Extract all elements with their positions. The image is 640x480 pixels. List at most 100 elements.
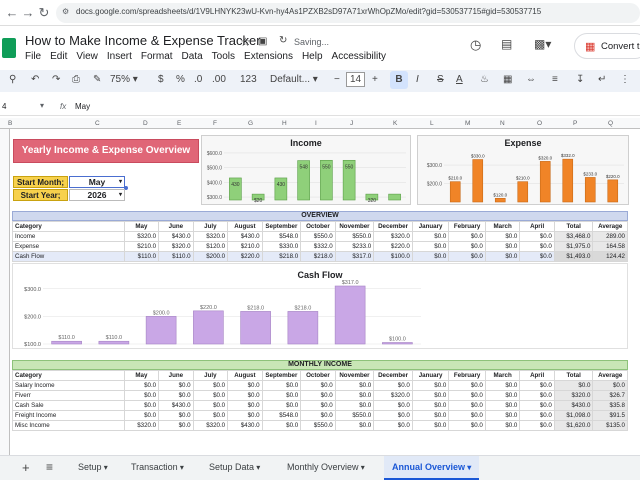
value-cell[interactable]: $0.0: [448, 251, 486, 262]
value-cell[interactable]: $550.0: [334, 410, 375, 421]
value-cell[interactable]: $0.0: [448, 380, 486, 391]
column-header-f[interactable]: F: [213, 120, 217, 127]
redo-icon[interactable]: ↷: [52, 74, 60, 85]
value-cell[interactable]: $320.0: [158, 241, 194, 252]
value-cell[interactable]: $0.0: [519, 380, 555, 391]
value-cell[interactable]: $0.0: [373, 400, 413, 411]
column-header-b[interactable]: B: [8, 120, 12, 127]
value-cell[interactable]: $0.0: [448, 241, 486, 252]
value-cell[interactable]: $430.0: [227, 420, 263, 431]
value-cell[interactable]: $430.0: [227, 231, 263, 242]
column-header-cell[interactable]: September: [261, 370, 302, 381]
value-cell[interactable]: $0.0: [484, 390, 521, 401]
column-header-cell[interactable]: Average: [592, 370, 628, 381]
value-cell[interactable]: 124.42: [592, 251, 628, 262]
sheets-logo-icon[interactable]: [2, 38, 16, 58]
more-formats-button[interactable]: 123: [240, 74, 257, 85]
column-header-cell[interactable]: March: [484, 370, 521, 381]
column-header-cell[interactable]: August: [227, 370, 263, 381]
dropdown-icon[interactable]: ▾: [119, 190, 122, 201]
search-icon[interactable]: ⚲: [9, 74, 16, 85]
value-cell[interactable]: $0.0: [123, 400, 160, 411]
income-chart[interactable]: Income $600.0 $500.0 $400.0 $300.0 430 $20 430…: [201, 135, 411, 205]
value-cell[interactable]: $0.0: [373, 420, 413, 431]
decrease-decimal-button[interactable]: .0: [194, 74, 202, 85]
value-cell[interactable]: $0.0: [484, 400, 521, 411]
value-cell[interactable]: $220.0: [373, 241, 413, 252]
more-options-icon[interactable]: ⋮: [620, 74, 630, 85]
tab-menu-icon[interactable]: ▾: [102, 463, 108, 472]
column-header-cell[interactable]: Category: [12, 221, 125, 232]
column-header-j[interactable]: J: [350, 120, 353, 127]
comments-icon[interactable]: ▤: [501, 37, 512, 51]
column-header-cell[interactable]: February: [448, 221, 486, 232]
value-cell[interactable]: $0.0: [484, 410, 521, 421]
tab-monthly-overview[interactable]: Monthly Overview ▾: [279, 456, 373, 480]
column-header-e[interactable]: E: [177, 120, 181, 127]
value-cell[interactable]: $0.0: [158, 380, 194, 391]
column-header-h[interactable]: H: [282, 120, 287, 127]
value-cell[interactable]: $0.0: [227, 380, 263, 391]
value-cell[interactable]: $26.7: [592, 390, 628, 401]
value-cell[interactable]: $0.0: [158, 390, 194, 401]
align-left-icon[interactable]: ≡: [552, 74, 558, 85]
value-cell[interactable]: $0.0: [300, 400, 336, 411]
tab-setup[interactable]: Setup ▾: [70, 456, 116, 480]
value-cell[interactable]: $550.0: [300, 231, 336, 242]
menu-data[interactable]: Data: [182, 51, 203, 62]
row-category-cell[interactable]: Freight Income: [12, 410, 125, 421]
undo-icon[interactable]: ↶: [31, 74, 39, 85]
move-folder-icon[interactable]: ▣: [258, 36, 267, 47]
column-header-m[interactable]: M: [465, 120, 470, 127]
forward-icon[interactable]: →: [20, 5, 36, 21]
menu-accessibility[interactable]: Accessibility: [332, 51, 386, 62]
value-cell[interactable]: $0.0: [448, 400, 486, 411]
value-cell[interactable]: $550.0: [300, 420, 336, 431]
value-cell[interactable]: $0.0: [227, 410, 263, 421]
value-cell[interactable]: $100.0: [373, 251, 413, 262]
column-header-cell[interactable]: June: [158, 370, 194, 381]
document-title[interactable]: How to Make Income & Expense Tracker: [25, 33, 261, 48]
value-cell[interactable]: $0.0: [192, 400, 229, 411]
row-category-cell[interactable]: Income: [12, 231, 125, 242]
value-cell[interactable]: $0.0: [411, 380, 450, 391]
menu-insert[interactable]: Insert: [107, 51, 132, 62]
tab-menu-icon[interactable]: ▾: [254, 463, 260, 472]
column-header-cell[interactable]: September: [261, 221, 302, 232]
column-header-p[interactable]: P: [573, 120, 577, 127]
row-category-cell[interactable]: Cash Sale: [12, 400, 125, 411]
value-cell[interactable]: $430.0: [158, 231, 194, 242]
merge-cells-icon[interactable]: ⇔: [526, 74, 536, 85]
value-cell[interactable]: $0.0: [227, 390, 263, 401]
value-cell[interactable]: $0.0: [261, 420, 302, 431]
value-cell[interactable]: $0.0: [261, 380, 302, 391]
address-bar[interactable]: ⚙ docs.google.com/spreadsheets/d/1V9LHNY…: [56, 3, 640, 23]
sheet-grid[interactable]: Yearly Income & Expense Overview Start M…: [10, 129, 640, 455]
column-header-cell[interactable]: December: [373, 221, 413, 232]
increase-decimal-button[interactable]: .00: [212, 74, 226, 85]
value-cell[interactable]: $0.0: [334, 390, 375, 401]
menu-view[interactable]: View: [76, 51, 98, 62]
tab-menu-icon[interactable]: ▾: [178, 463, 184, 472]
font-size-increase[interactable]: +: [372, 74, 378, 85]
value-cell[interactable]: 289.00: [592, 231, 628, 242]
value-cell[interactable]: $0.0: [158, 410, 194, 421]
valign-bottom-icon[interactable]: ↧: [576, 74, 584, 85]
column-header-i[interactable]: I: [315, 120, 317, 127]
bold-button[interactable]: B: [390, 71, 408, 89]
menu-format[interactable]: Format: [141, 51, 173, 62]
value-cell[interactable]: $110.0: [158, 251, 194, 262]
dropdown-icon[interactable]: ▾: [119, 177, 122, 188]
start-year-select[interactable]: 2026 ▾: [69, 189, 125, 201]
tab-setup-data[interactable]: Setup Data ▾: [201, 456, 268, 480]
value-cell[interactable]: $218.0: [261, 251, 302, 262]
expense-chart[interactable]: Expense $300.0 $200.0 $210.0 $330.0 $120.0 $2…: [417, 135, 629, 205]
value-cell[interactable]: $0.0: [300, 390, 336, 401]
tab-transaction[interactable]: Transaction ▾: [123, 456, 192, 480]
star-icon[interactable]: ☆: [240, 35, 251, 49]
value-cell[interactable]: $0.0: [334, 380, 375, 391]
text-wrap-icon[interactable]: ↵: [598, 74, 606, 85]
column-header-cell[interactable]: Total: [553, 370, 594, 381]
value-cell[interactable]: $320.0: [192, 420, 229, 431]
value-cell[interactable]: $210.0: [227, 241, 263, 252]
